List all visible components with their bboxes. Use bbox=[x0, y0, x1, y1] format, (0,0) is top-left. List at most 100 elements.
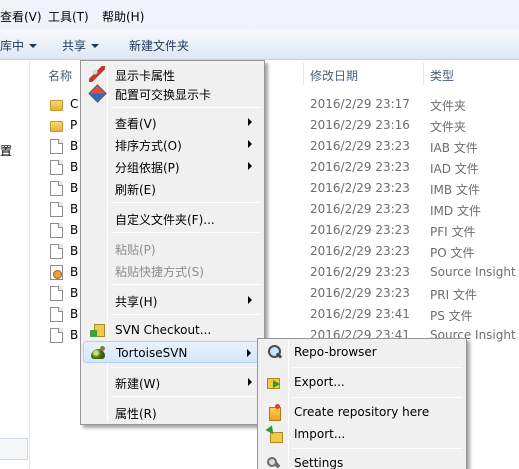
file-name: B bbox=[70, 286, 79, 300]
nav-scroll-box[interactable] bbox=[0, 438, 28, 460]
file-type: 文件夹 bbox=[430, 99, 467, 113]
menu-item-create-repository[interactable]: Create repository here bbox=[260, 401, 464, 423]
file-date: 2016/2/29 23:23 bbox=[310, 181, 410, 195]
file-date: 2016/2/29 23:23 bbox=[310, 139, 410, 153]
menu-item-label: 查看(V) bbox=[115, 117, 157, 131]
menu-item-properties[interactable]: 属性(R) bbox=[83, 401, 262, 423]
menu-item-label: 粘贴快捷方式(S) bbox=[115, 265, 204, 279]
file-name: B bbox=[70, 181, 79, 195]
chevron-right-icon bbox=[248, 118, 252, 126]
file-type: IMD 文件 bbox=[430, 204, 481, 218]
menu-divider bbox=[292, 397, 462, 398]
magnifier-icon bbox=[266, 344, 282, 360]
menu-item-label: 配置可交换显示卡 bbox=[115, 88, 212, 102]
source-insight-icon bbox=[50, 265, 63, 280]
menu-divider bbox=[111, 232, 260, 233]
file-icon bbox=[50, 244, 63, 259]
file-icon bbox=[50, 307, 63, 322]
file-name: P bbox=[70, 118, 78, 132]
tortoisesvn-submenu: Repo-browser Export... Create repository… bbox=[257, 338, 467, 469]
context-menu: 显示卡属性 配置可交换显示卡 查看(V) 排序方式(O) 分组依据(P) 刷新(… bbox=[80, 60, 265, 425]
menu-divider bbox=[111, 396, 260, 397]
menu-item-label: Settings bbox=[294, 456, 344, 469]
menu-item-label: 排序方式(O) bbox=[115, 139, 182, 153]
file-date: 2016/2/29 23:23 bbox=[310, 244, 410, 258]
file-date: 2016/2/29 23:17 bbox=[310, 97, 410, 111]
nav-item-label[interactable]: 置 bbox=[0, 142, 12, 159]
menu-item-switchable-graphics[interactable]: 配置可交换显示卡 bbox=[83, 82, 262, 104]
file-type: IMB 文件 bbox=[430, 183, 480, 197]
share-button[interactable]: 共享 bbox=[62, 37, 100, 54]
include-in-library-button[interactable]: 库中 bbox=[0, 37, 38, 54]
menu-divider bbox=[292, 367, 462, 368]
column-header-date[interactable]: 修改日期 bbox=[310, 67, 358, 84]
menu-item-share[interactable]: 共享(H) bbox=[83, 289, 262, 311]
menu-item-paste: 粘贴(P) bbox=[83, 237, 262, 259]
graphics-card-icon bbox=[89, 66, 105, 82]
menu-item-tortoisesvn[interactable]: TortoiseSVN bbox=[83, 341, 262, 363]
menu-item-label: Import... bbox=[294, 427, 346, 441]
menu-item-label: 自定义文件夹(F)... bbox=[115, 213, 215, 227]
file-name: B bbox=[70, 265, 79, 279]
column-divider[interactable] bbox=[303, 63, 304, 85]
file-type: Source Insight P bbox=[430, 265, 519, 279]
file-icon bbox=[50, 181, 63, 196]
menu-item-refresh[interactable]: 刷新(E) bbox=[83, 177, 262, 199]
chevron-right-icon bbox=[247, 349, 251, 357]
file-icon bbox=[50, 160, 63, 175]
menu-tools[interactable]: 工具(T) bbox=[48, 8, 89, 25]
menu-divider bbox=[111, 202, 260, 203]
file-icon bbox=[50, 202, 63, 217]
menu-item-repo-browser[interactable]: Repo-browser bbox=[260, 341, 464, 363]
menu-divider bbox=[111, 107, 260, 108]
chevron-right-icon bbox=[248, 296, 252, 304]
menu-view[interactable]: 查看(V) bbox=[0, 8, 42, 25]
navigation-pane: 置 bbox=[0, 61, 30, 469]
file-date: 2016/2/29 23:16 bbox=[310, 118, 410, 132]
file-name: B bbox=[70, 307, 79, 321]
file-date: 2016/2/29 23:23 bbox=[310, 223, 410, 237]
menu-item-label: 新建(W) bbox=[115, 377, 161, 391]
file-name: C bbox=[70, 97, 79, 111]
menu-item-label: 共享(H) bbox=[115, 295, 158, 309]
import-icon bbox=[266, 426, 283, 443]
file-date: 2016/2/29 23:23 bbox=[310, 202, 410, 216]
menu-item-group-by[interactable]: 分组依据(P) bbox=[83, 155, 262, 177]
switchable-graphics-icon bbox=[89, 85, 105, 101]
menu-divider bbox=[111, 284, 260, 285]
menu-item-label: Export... bbox=[294, 375, 345, 389]
export-icon bbox=[266, 374, 282, 390]
include-library-label: 库中 bbox=[0, 39, 25, 53]
menu-divider bbox=[111, 314, 260, 315]
svn-checkout-icon bbox=[89, 322, 105, 338]
file-date: 2016/2/29 23:23 bbox=[310, 265, 410, 279]
menu-item-sort-by[interactable]: 排序方式(O) bbox=[83, 133, 262, 155]
column-header-name[interactable]: 名称 bbox=[48, 67, 72, 84]
column-header-type[interactable]: 类型 bbox=[430, 67, 454, 84]
file-icon bbox=[50, 139, 63, 154]
file-date: 2016/2/29 23:41 bbox=[310, 307, 410, 321]
chevron-down-icon bbox=[29, 44, 38, 48]
menu-item-label: 粘贴(P) bbox=[115, 243, 156, 257]
file-type: IAB 文件 bbox=[430, 141, 478, 155]
menu-item-svn-checkout[interactable]: SVN Checkout... bbox=[83, 319, 262, 341]
chevron-right-icon bbox=[248, 162, 252, 170]
menu-item-customize-folder[interactable]: 自定义文件夹(F)... bbox=[83, 207, 262, 229]
file-date: 2016/2/29 23:23 bbox=[310, 286, 410, 300]
menu-item-label: TortoiseSVN bbox=[116, 346, 188, 360]
file-name: B bbox=[70, 160, 79, 174]
file-name: B bbox=[70, 328, 79, 342]
file-type: IAD 文件 bbox=[430, 162, 479, 176]
new-folder-button[interactable]: 新建文件夹 bbox=[129, 37, 189, 54]
menu-item-settings[interactable]: Settings bbox=[260, 452, 464, 469]
chevron-right-icon bbox=[248, 140, 252, 148]
menu-item-new[interactable]: 新建(W) bbox=[83, 371, 262, 393]
file-name: B bbox=[70, 244, 79, 258]
file-type: PRI 文件 bbox=[430, 288, 477, 302]
menu-item-view[interactable]: 查看(V) bbox=[83, 111, 262, 133]
column-divider[interactable] bbox=[423, 63, 424, 85]
menu-item-import[interactable]: Import... bbox=[260, 423, 464, 445]
menu-item-export[interactable]: Export... bbox=[260, 371, 464, 393]
menu-help[interactable]: 帮助(H) bbox=[102, 8, 144, 25]
chevron-down-icon bbox=[91, 44, 100, 48]
